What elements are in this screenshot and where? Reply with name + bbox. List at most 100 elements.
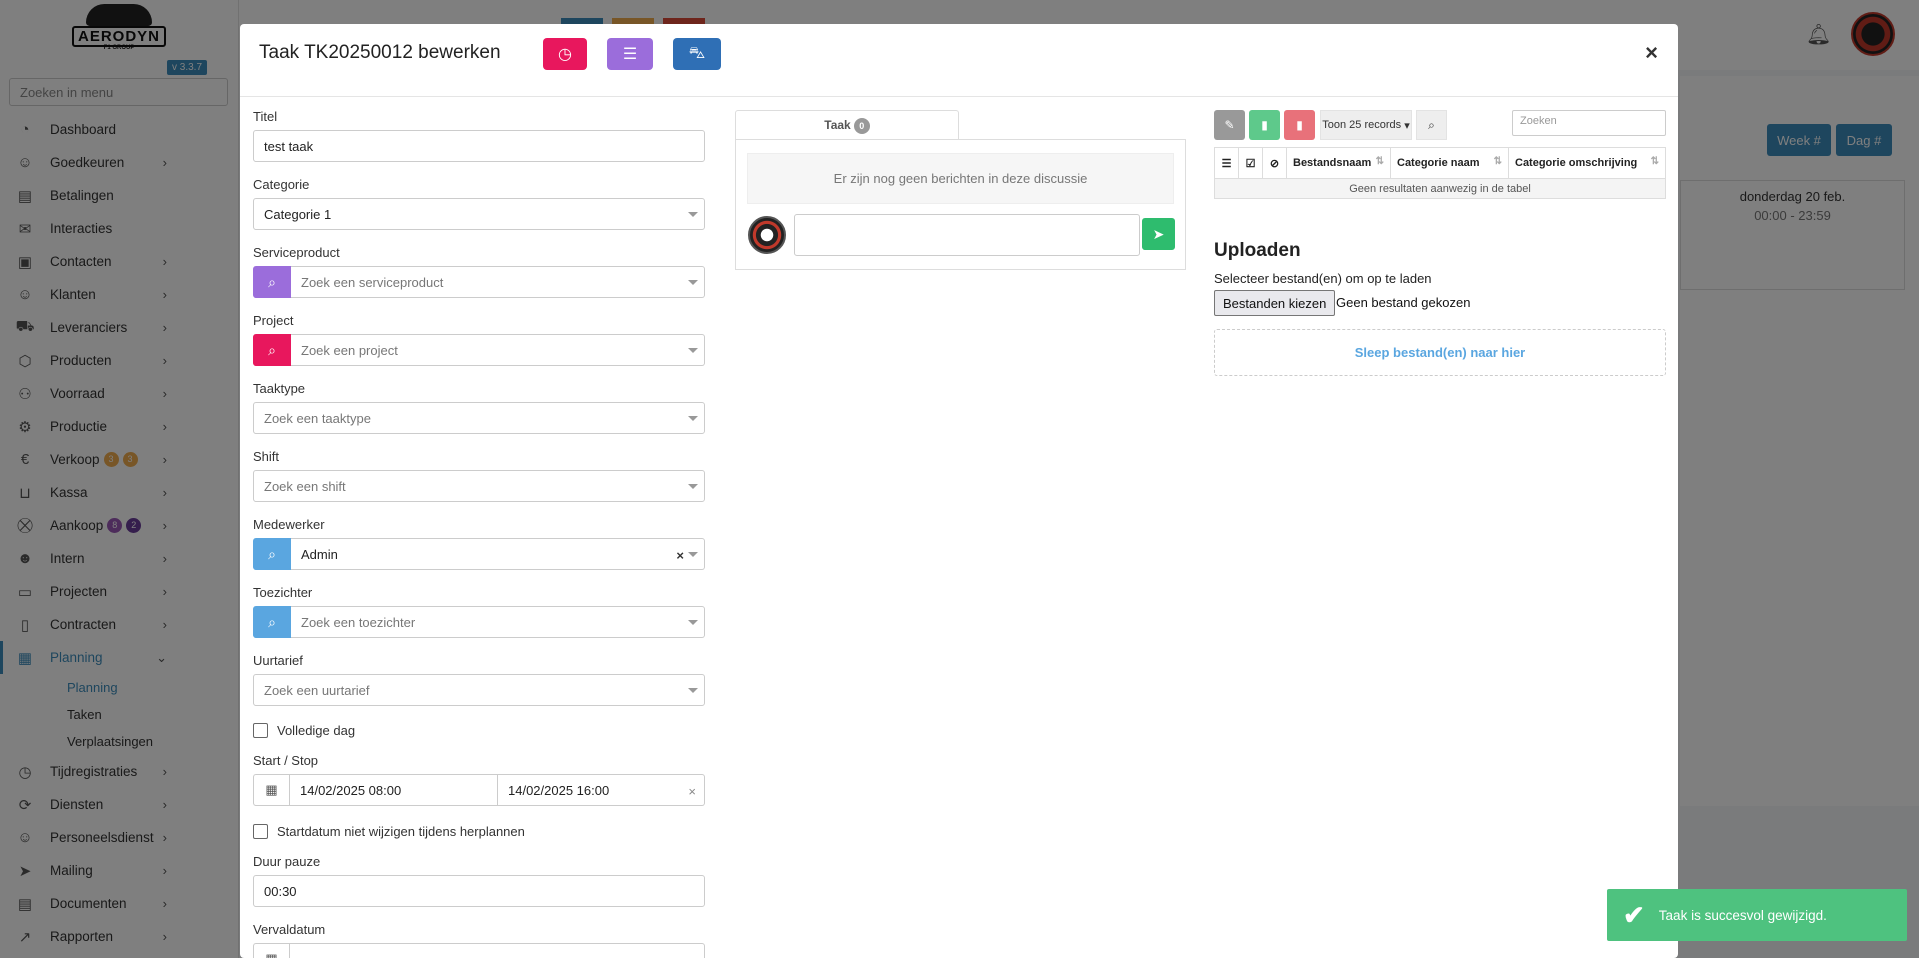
sort-icon: ⇅	[1493, 156, 1502, 167]
edit-task-modal: Taak TK20250012 bewerken ◷ ☰ ⛍ × Titel t…	[240, 24, 1678, 958]
project-placeholder: Zoek een project	[301, 342, 398, 358]
clear-icon[interactable]: ×	[676, 548, 684, 563]
medewerker-value: Admin	[301, 546, 338, 562]
titel-label: Titel	[253, 109, 278, 124]
medewerker-search-button[interactable]: ⌕	[253, 538, 291, 570]
file-add-icon: ▮	[1261, 118, 1268, 132]
delete-file-button[interactable]: ▮	[1284, 110, 1315, 140]
serviceproduct-select[interactable]: Zoek een serviceproduct	[291, 266, 705, 298]
startstop-label: Start / Stop	[253, 753, 319, 768]
uurtarief-select[interactable]: Zoek een uurtarief	[253, 674, 705, 706]
clear-icon[interactable]: ×	[688, 784, 696, 799]
toezichter-placeholder: Zoek een toezichter	[301, 614, 416, 630]
vervaldatum-input[interactable]	[289, 943, 705, 958]
trash-icon: ▮	[1296, 118, 1303, 132]
edit-file-button[interactable]: ✎	[1214, 110, 1245, 140]
discussion-box: Er zijn nog geen berichten in deze discu…	[735, 139, 1186, 270]
taaktype-label: Taaktype	[253, 381, 306, 396]
no-file-label: Geen bestand gekozen	[1336, 295, 1471, 310]
table-search-button[interactable]: ⌕	[1416, 110, 1447, 140]
stop-datetime-input[interactable]: 14/02/2025 16:00 ×	[498, 774, 705, 806]
toezichter-label: Toezichter	[253, 585, 313, 600]
layers-button[interactable]: ☰	[607, 38, 653, 70]
upload-subtitle: Selecteer bestand(en) om op te laden	[1214, 271, 1432, 286]
vervaldatum-label: Vervaldatum	[253, 922, 326, 937]
shift-select[interactable]: Zoek een shift	[253, 470, 705, 502]
search-icon: ⌕	[268, 613, 276, 630]
column-label: Bestandsnaam	[1293, 157, 1372, 169]
toast-text: Taak is succesvol gewijzigd.	[1658, 907, 1827, 923]
taaktype-select[interactable]: Zoek een taaktype	[253, 402, 705, 434]
titel-input[interactable]: test taak	[253, 130, 705, 162]
send-icon: ➤	[1152, 225, 1165, 242]
avatar	[748, 216, 786, 254]
chevron-down-icon	[688, 280, 698, 285]
empty-table-message: Geen resultaten aanwezig in de tabel	[1214, 178, 1666, 199]
project-select[interactable]: Zoek een project	[291, 334, 705, 366]
stop-value: 14/02/2025 16:00	[508, 782, 610, 798]
calendar-icon[interactable]: ▦	[253, 943, 289, 958]
column-header[interactable]: Categorie naam ⇅	[1390, 147, 1509, 179]
layers-icon: ☰	[622, 46, 638, 63]
modal-header: Taak TK20250012 bewerken ◷ ☰ ⛍ ×	[240, 24, 1678, 97]
search-icon: ⌕	[268, 273, 276, 290]
search-icon: ⌕	[268, 545, 276, 562]
edit-icon: ✎	[1224, 118, 1235, 132]
tab-taak[interactable]: Taak 0	[735, 110, 959, 140]
empty-discussion-message: Er zijn nog geen berichten in deze discu…	[747, 153, 1174, 204]
chevron-down-icon	[688, 484, 698, 489]
duur-pauze-input[interactable]: 00:30	[253, 875, 705, 907]
duur-pauze-label: Duur pauze	[253, 854, 321, 869]
column-header[interactable]: Categorie omschrijving ⇅	[1508, 147, 1666, 179]
shift-label: Shift	[253, 449, 280, 464]
success-toast[interactable]: ✔ Taak is succesvol gewijzigd.	[1607, 889, 1907, 941]
sort-icon: ⇅	[1375, 156, 1384, 167]
time-button[interactable]: ◷	[543, 38, 587, 70]
table-row: Geen resultaten aanwezig in de tabel	[1214, 178, 1666, 199]
calendar-icon[interactable]: ▦	[253, 774, 289, 806]
column-label: Categorie omschrijving	[1515, 157, 1638, 169]
startdatum-checkbox[interactable]	[253, 823, 268, 839]
volledige-dag-checkbox[interactable]	[253, 722, 268, 738]
message-input[interactable]	[794, 214, 1140, 256]
toezichter-search-button[interactable]: ⌕	[253, 606, 291, 638]
toezichter-select[interactable]: Zoek een toezichter	[291, 606, 705, 638]
serviceproduct-label: Serviceproduct	[253, 245, 340, 260]
uurtarief-label: Uurtarief	[253, 653, 303, 668]
chevron-down-icon	[688, 416, 698, 421]
upload-title: Uploaden	[1214, 240, 1301, 261]
start-datetime-input[interactable]: 14/02/2025 08:00	[289, 774, 498, 806]
add-file-button[interactable]: ▮	[1249, 110, 1280, 140]
chevron-down-icon	[688, 620, 698, 625]
search-icon: ⌕	[1428, 117, 1435, 132]
send-button[interactable]: ➤	[1142, 218, 1175, 250]
categorie-select[interactable]: Categorie 1	[253, 198, 705, 230]
file-dropzone[interactable]: Sleep bestand(en) naar hier	[1214, 329, 1666, 376]
medewerker-select[interactable]: Admin ×	[291, 538, 705, 570]
table-header-row: ☰ ☑ ⊘ Bestandsnaam ⇅ Categorie naam ⇅ Cate…	[1214, 147, 1666, 179]
uurtarief-placeholder: Zoek een uurtarief	[264, 682, 370, 698]
car-icon: ⛍	[688, 45, 706, 62]
start-value: 14/02/2025 08:00	[300, 782, 402, 798]
table-search-input[interactable]: Zoeken	[1512, 110, 1666, 136]
project-label: Project	[253, 313, 294, 328]
chevron-down-icon	[688, 552, 698, 557]
choose-files-button[interactable]: Bestanden kiezen	[1214, 290, 1336, 316]
column-header[interactable]: Bestandsnaam ⇅	[1286, 147, 1391, 179]
serviceproduct-search-button[interactable]: ⌕	[253, 266, 291, 298]
shift-placeholder: Zoek een shift	[264, 478, 346, 494]
records-label: Toon 25 records	[1322, 119, 1402, 131]
tab-taak-label: Taak	[824, 118, 851, 132]
chevron-down-icon	[688, 688, 698, 693]
clock-icon: ◷	[558, 46, 572, 63]
records-per-page-dropdown[interactable]: Toon 25 records ▾	[1320, 110, 1412, 140]
medewerker-label: Medewerker	[253, 517, 325, 532]
project-search-button[interactable]: ⌕	[253, 334, 291, 366]
modal-title: Taak TK20250012 bewerken	[259, 42, 501, 63]
select-all-checkbox[interactable]: ☑	[1238, 147, 1263, 179]
startdatum-label: Startdatum niet wijzigen tijdens herplan…	[277, 823, 525, 839]
list-icon[interactable]: ☰	[1214, 147, 1239, 179]
close-icon[interactable]: ×	[1645, 40, 1658, 66]
car-button[interactable]: ⛍	[673, 38, 721, 70]
chevron-down-icon	[688, 348, 698, 353]
